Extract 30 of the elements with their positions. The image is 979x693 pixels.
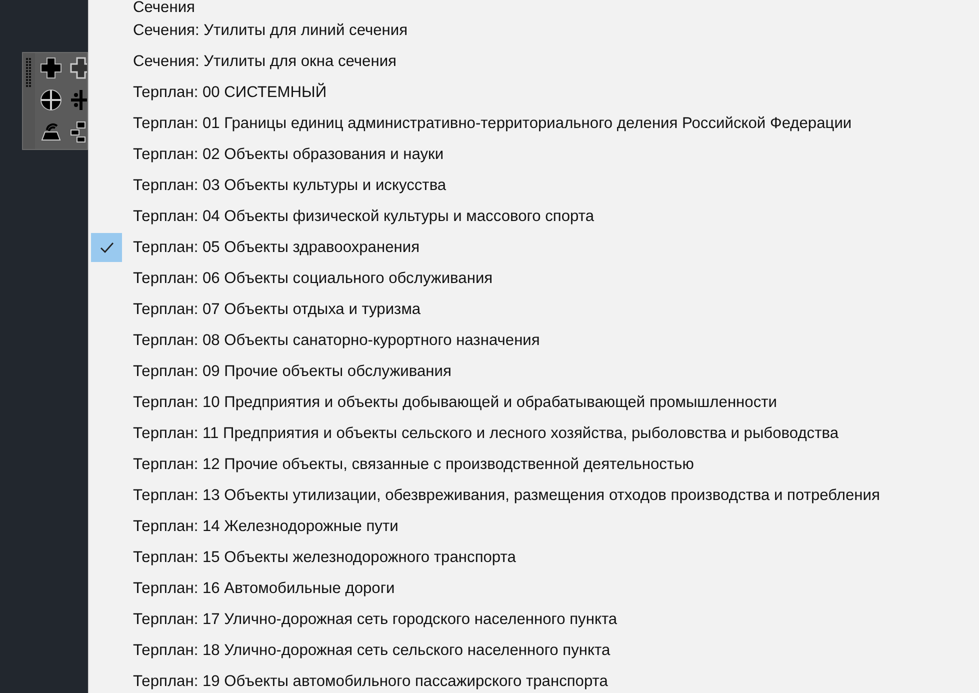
menu-item[interactable]: Терплан: 00 СИСТЕМНЫЙ bbox=[89, 77, 979, 108]
menu-item[interactable]: Терплан: 02 Объекты образования и науки bbox=[89, 139, 979, 170]
menu-item[interactable]: Терплан: 11 Предприятия и объекты сельского и лесного хозяйства, рыболовства и рыбоводства bbox=[89, 418, 979, 449]
menu-item[interactable]: Терплан: 10 Предприятия и объекты добывающей и обрабатывающей промышленности bbox=[89, 387, 979, 418]
menu-item[interactable]: Терплан: 07 Объекты отдыха и туризма bbox=[89, 294, 979, 325]
menu-item[interactable]: Сечения bbox=[89, 0, 979, 15]
menu-item[interactable]: Терплан: 18 Улично-дорожная сеть сельского населенного пункта bbox=[89, 635, 979, 666]
grip-handle[interactable] bbox=[26, 58, 32, 88]
plus-icon[interactable] bbox=[39, 56, 63, 80]
menu-item[interactable]: Терплан: 01 Границы единиц административно-территориального деления Российской Федерации bbox=[89, 108, 979, 139]
menu-item[interactable]: Терплан: 15 Объекты железнодорожного транспорта bbox=[89, 542, 979, 573]
menu-item[interactable]: Сечения: Утилиты для линий сечения bbox=[89, 15, 979, 46]
menu-item[interactable]: Терплан: 16 Автомобильные дороги bbox=[89, 573, 979, 604]
checkmark-icon bbox=[100, 242, 114, 254]
menu-item[interactable]: Терплан: 06 Объекты социального обслуживания bbox=[89, 263, 979, 294]
crosshair-icon[interactable] bbox=[69, 88, 87, 112]
menu-item[interactable]: Терплан: 14 Железнодорожные пути bbox=[89, 511, 979, 542]
menu-item[interactable]: Терплан: 05 Объекты здравоохранения bbox=[89, 232, 979, 263]
menu-item[interactable]: Терплан: 09 Прочие объекты обслуживания bbox=[89, 356, 979, 387]
menu-item[interactable]: Терплан: 19 Объекты автомобильного пассажирского транспорта bbox=[89, 666, 979, 693]
menu-item[interactable]: Терплан: 04 Объекты физической культуры и массового спорта bbox=[89, 201, 979, 232]
plus-outline-icon[interactable] bbox=[69, 56, 87, 80]
menu-item[interactable]: Терплан: 12 Прочие объекты, связанные с производственной деятельностью bbox=[89, 449, 979, 480]
menu-item[interactable]: Терплан: 17 Улично-дорожная сеть городского населенного пункта bbox=[89, 604, 979, 635]
blocks-icon[interactable] bbox=[69, 120, 87, 144]
menu-item[interactable]: Сечения: Утилиты для окна сечения bbox=[89, 46, 979, 77]
menu-item[interactable]: Терплан: 08 Объекты санаторно-курортного назначения bbox=[89, 325, 979, 356]
menu-item[interactable]: Терплан: 13 Объекты утилизации, обезвреживания, размещения отходов производства и потребления bbox=[89, 480, 979, 511]
crosshair-circle-icon[interactable] bbox=[39, 88, 63, 112]
menu-item[interactable]: Терплан: 03 Объекты культуры и искусства bbox=[89, 170, 979, 201]
